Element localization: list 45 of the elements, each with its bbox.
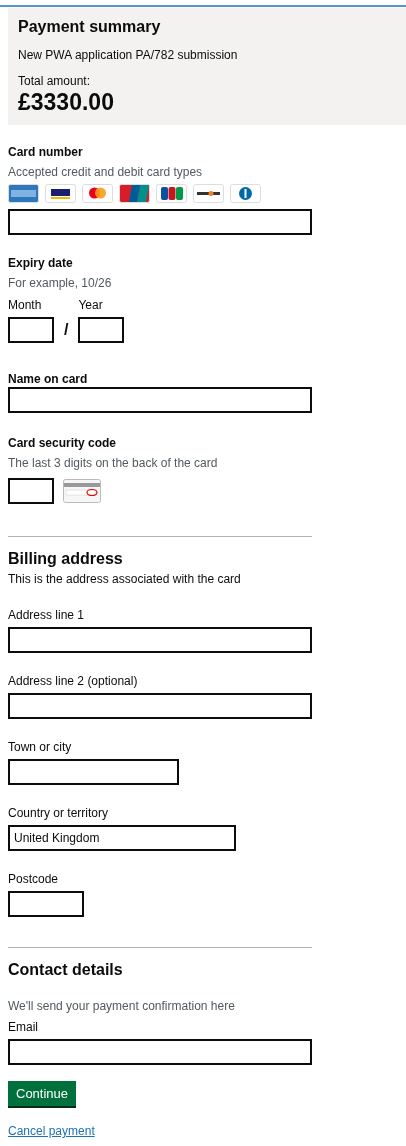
card-logo-icon bbox=[82, 184, 113, 203]
date-separator: / bbox=[64, 321, 69, 340]
field-label: Address line 1 bbox=[8, 607, 86, 623]
field-label: Town or city bbox=[8, 739, 73, 755]
year-field[interactable] bbox=[78, 317, 125, 343]
field-label: Postcode bbox=[8, 871, 60, 887]
card-logo-icon bbox=[193, 184, 224, 203]
cancel-link[interactable]: Cancel payment bbox=[8, 1124, 95, 1138]
summary-title: Payment summary bbox=[18, 18, 162, 36]
name-field[interactable] bbox=[8, 387, 312, 413]
email-field[interactable] bbox=[8, 1039, 312, 1065]
field-label: Name on card bbox=[8, 371, 89, 387]
hint-text: The last 3 digits on the back of the card bbox=[8, 455, 219, 471]
section-heading: Contact details bbox=[8, 960, 124, 980]
total-amount: £3330.00 bbox=[18, 88, 115, 116]
field-label: Year bbox=[78, 297, 104, 313]
card-number-field[interactable] bbox=[8, 209, 312, 235]
address-field[interactable] bbox=[8, 759, 179, 785]
address-field[interactable] bbox=[8, 891, 84, 917]
payment-description: New PWA application PA/782 submission bbox=[18, 48, 239, 62]
section-heading: Billing address bbox=[8, 549, 124, 569]
field-label: Country or territory bbox=[8, 805, 110, 821]
hint-text: For example, 10/26 bbox=[8, 275, 113, 291]
field-label: Card security code bbox=[8, 435, 118, 451]
security-code-field[interactable] bbox=[8, 478, 54, 504]
card-logo-icon bbox=[156, 184, 187, 203]
total-label: Total amount: bbox=[18, 74, 92, 88]
field-label: Address line 2 (optional) bbox=[8, 673, 139, 689]
hint-text: This is the address associated with the card bbox=[8, 571, 242, 587]
address-field[interactable]: United Kingdom bbox=[8, 825, 236, 851]
field-label: Month bbox=[8, 297, 43, 313]
continue-button[interactable]: Continue bbox=[8, 1081, 77, 1106]
address-field[interactable] bbox=[8, 627, 312, 653]
card-logo-icon bbox=[230, 184, 261, 203]
address-field[interactable] bbox=[8, 693, 312, 719]
field-label: Card number bbox=[8, 144, 84, 160]
month-field[interactable] bbox=[8, 317, 54, 343]
hint-text: Accepted credit and debit card types bbox=[8, 164, 204, 180]
card-back-icon bbox=[63, 479, 101, 503]
card-logo-icon bbox=[8, 184, 39, 203]
card-logo-icon bbox=[45, 184, 76, 203]
field-label: Email bbox=[8, 1019, 39, 1035]
field-label: Expiry date bbox=[8, 255, 74, 271]
hint-text: We'll send your payment confirmation here bbox=[8, 998, 236, 1014]
card-logo-icon bbox=[119, 184, 150, 203]
